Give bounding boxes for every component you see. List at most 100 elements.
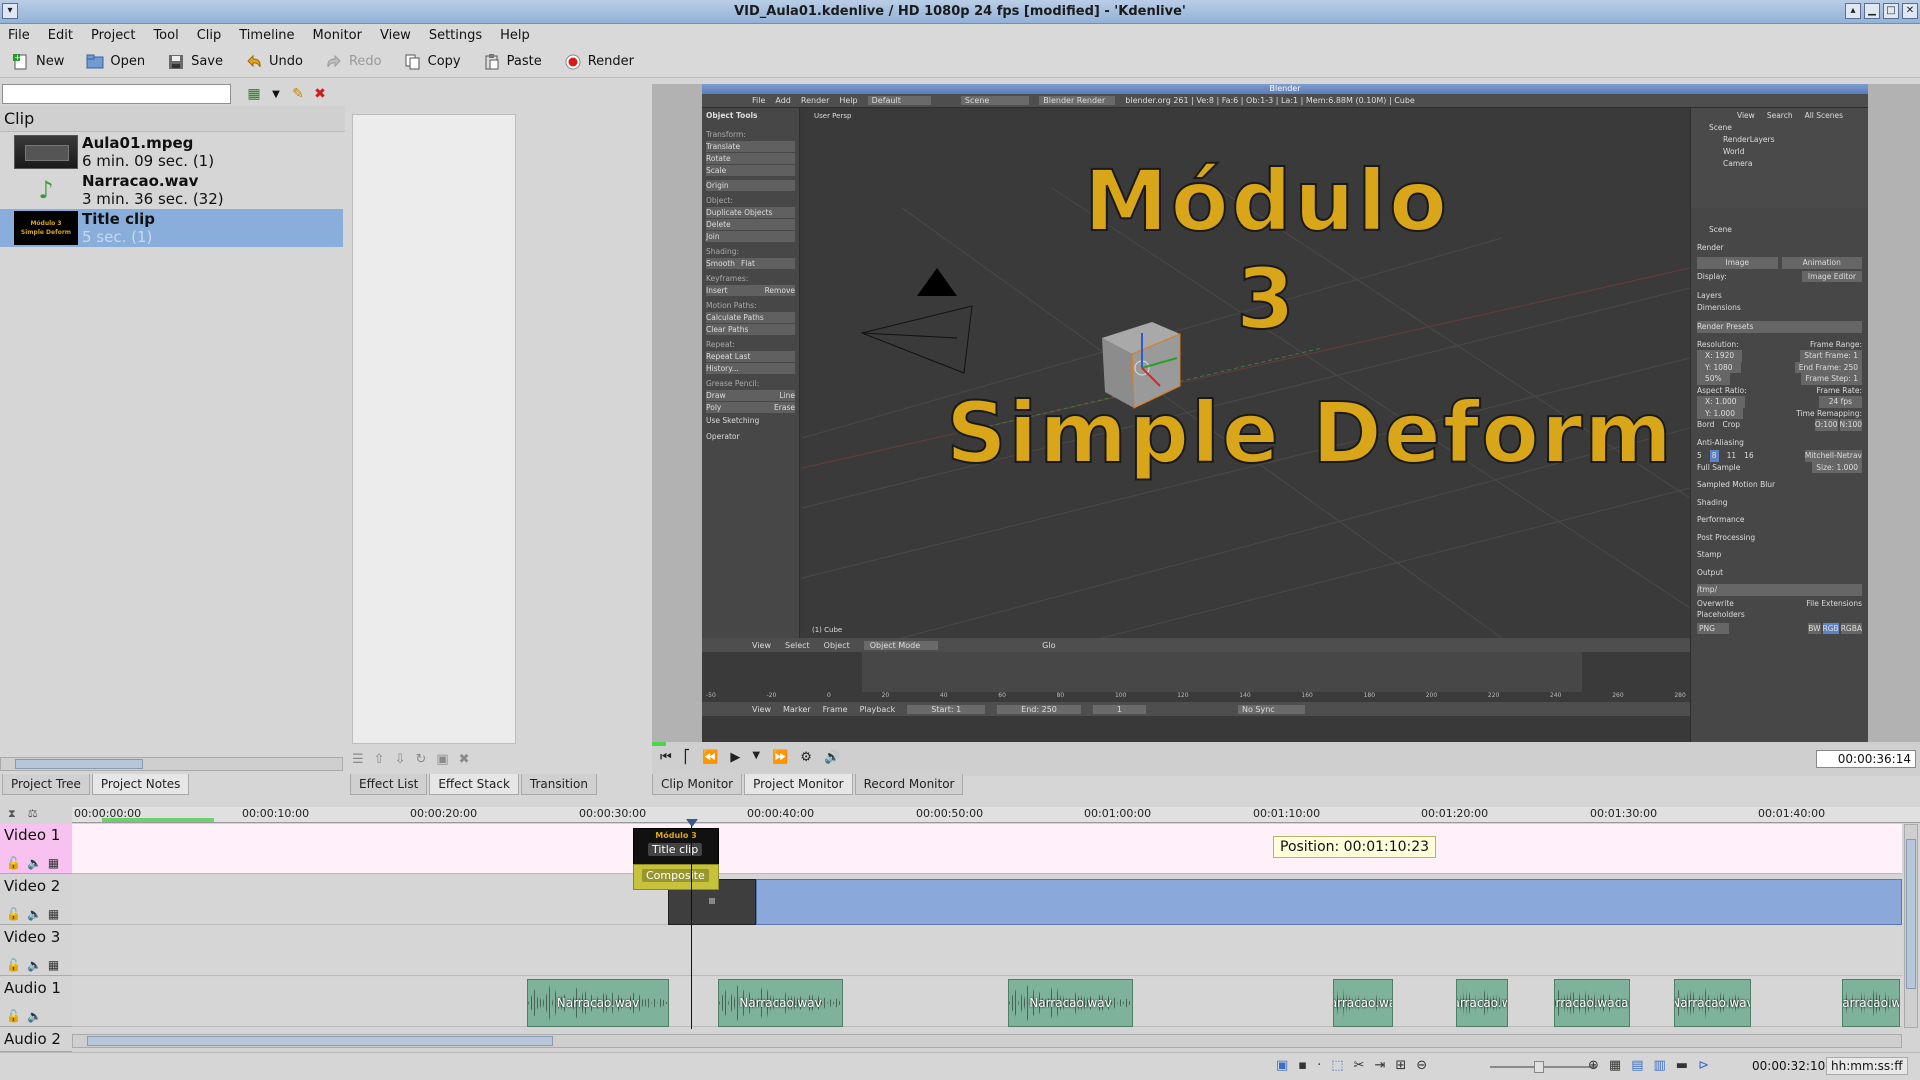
tab-project-notes[interactable]: Project Notes <box>91 774 190 795</box>
clip-item-title[interactable]: Módulo 3 Simple Deform Title clip 5 sec.… <box>0 209 343 247</box>
menu-view[interactable]: View <box>378 28 413 43</box>
tab-clip-monitor[interactable]: Clip Monitor <box>652 774 743 795</box>
undo-button[interactable]: Undo <box>239 51 309 73</box>
audio-clip[interactable]: arracao.wa <box>1333 979 1393 1027</box>
new-button[interactable]: + New <box>6 51 70 73</box>
clip-item-aula01[interactable]: Aula01.mpeg 6 min. 09 sec. (1) <box>0 133 343 171</box>
track-settings-icon[interactable]: ⚖ <box>28 807 38 823</box>
add-clip-icon[interactable]: ▦ <box>244 84 264 104</box>
track-video3[interactable] <box>72 926 1902 976</box>
audio-clip[interactable]: Narracao.wav <box>1674 979 1751 1027</box>
delete-effect-icon[interactable]: ✖ <box>459 752 470 767</box>
tab-effect-list[interactable]: Effect List <box>350 774 428 795</box>
track-header-audio1[interactable]: Audio 1 🔓 🔈 <box>0 977 72 1027</box>
mute-audio-icon[interactable]: 🔈 <box>27 907 42 921</box>
playhead-marker-icon[interactable] <box>686 819 698 827</box>
save-effect-icon[interactable]: ▣ <box>436 752 448 767</box>
video2-clip-aula01[interactable] <box>756 879 1902 925</box>
fit-zoom-icon[interactable]: ⊞ <box>1395 1058 1406 1073</box>
move-up-icon[interactable]: ⇧ <box>374 752 385 767</box>
mute-audio-icon[interactable]: 🔈 <box>27 856 42 870</box>
timeline-horizontal-scrollbar[interactable] <box>72 1034 1902 1048</box>
maximize-icon[interactable]: □ <box>1883 3 1899 19</box>
timeline-ruler[interactable]: 00:00:00:00 00:00:10:00 00:00:20:00 00:0… <box>72 807 1920 823</box>
audio-clip[interactable]: arracao.wacao <box>1554 979 1630 1027</box>
play-icon[interactable]: ▶ <box>730 750 740 765</box>
menu-timeline[interactable]: Timeline <box>237 28 296 43</box>
paste-button[interactable]: Paste <box>477 51 548 73</box>
effect-stack-list[interactable] <box>352 114 516 744</box>
spacer-tool-icon[interactable]: ⇥ <box>1374 1058 1385 1073</box>
close-icon[interactable]: ✕ <box>1902 3 1918 19</box>
menu-clip[interactable]: Clip <box>195 28 224 43</box>
hide-video-icon[interactable]: ▦ <box>48 856 59 870</box>
timeline-playhead[interactable] <box>691 819 692 1029</box>
volume-icon[interactable]: 🔊 <box>824 750 840 765</box>
track-header-video2[interactable]: Video 2 🔓 🔈 ▦ <box>0 875 72 925</box>
audio-clip[interactable]: Narracao.wav <box>718 979 843 1027</box>
chevron-down-icon[interactable]: ▼ <box>266 84 286 104</box>
clip-search-input[interactable] <box>2 84 231 104</box>
render-preview-icon[interactable]: ▬ <box>1676 1058 1688 1073</box>
track-header-video1[interactable]: Video 1 🔓 🔈 ▦ <box>0 824 72 874</box>
audio-thumbnails-icon[interactable]: ▪ <box>1298 1058 1307 1073</box>
clip-item-narracao[interactable]: ♪ Narracao.wav 3 min. 36 sec. (32) <box>0 171 343 209</box>
redo-button[interactable]: Redo <box>319 51 388 73</box>
chevron-down-icon[interactable]: ▼ <box>752 750 760 765</box>
composite-transition[interactable]: Composite <box>633 864 719 890</box>
zone-marker[interactable] <box>102 818 214 822</box>
reset-effect-icon[interactable]: ↻ <box>415 752 426 767</box>
tab-transition[interactable]: Transition <box>520 774 597 795</box>
menu-tool[interactable]: Tool <box>151 28 180 43</box>
markers-icon[interactable]: · <box>1317 1058 1321 1073</box>
video-track-icon[interactable]: ▤ <box>1631 1058 1643 1073</box>
video-thumbnails-icon[interactable]: ▣ <box>1276 1058 1288 1073</box>
timeline-vertical-scrollbar[interactable] <box>1904 824 1918 1028</box>
audio-clip[interactable]: Narracao.wav <box>1008 979 1133 1027</box>
menu-monitor[interactable]: Monitor <box>311 28 364 43</box>
selection-tool-icon[interactable]: ⬚ <box>1331 1058 1343 1073</box>
restore-icon[interactable]: ▁ <box>1864 3 1880 19</box>
hide-video-icon[interactable]: ▦ <box>48 958 59 972</box>
razor-tool-icon[interactable]: ✂ <box>1354 1058 1365 1073</box>
save-button[interactable]: Save <box>161 51 229 73</box>
timecode-format-select[interactable]: hh:mm:ss:ff <box>1826 1057 1908 1075</box>
rewind-icon[interactable]: ⏪ <box>702 750 718 765</box>
render-button[interactable]: Render <box>558 51 640 73</box>
lock-icon[interactable]: 🔓 <box>6 907 21 921</box>
menu-settings[interactable]: Settings <box>427 28 484 43</box>
zoom-out-icon[interactable]: ⊖ <box>1416 1058 1427 1073</box>
zoom-slider[interactable] <box>1490 1061 1596 1073</box>
delete-clip-icon[interactable]: ✖ <box>310 84 330 104</box>
audio-track-icon[interactable]: ▥ <box>1654 1058 1666 1073</box>
monitor-timecode[interactable]: 00:00:36:14 <box>1816 750 1916 768</box>
open-button[interactable]: Open <box>80 51 151 73</box>
copy-button[interactable]: Copy <box>398 51 467 73</box>
track-header-audio2[interactable]: Audio 2 <box>0 1028 72 1052</box>
set-zone-start-icon[interactable]: ⎡ <box>684 750 691 765</box>
minimize-icon[interactable]: ▴ <box>1845 3 1861 19</box>
track-header-video3[interactable]: Video 3 🔓 🔈 ▦ <box>0 926 72 976</box>
lock-icon[interactable]: 🔓 <box>6 1009 21 1023</box>
edit-clip-icon[interactable]: ✎ <box>288 84 308 104</box>
split-audio-icon[interactable]: ▦ <box>1609 1058 1621 1073</box>
menu-project[interactable]: Project <box>89 28 137 43</box>
mute-audio-icon[interactable]: 🔈 <box>27 1009 42 1023</box>
audio-clip[interactable]: Narracao.wa <box>1842 979 1900 1027</box>
menu-file[interactable]: File <box>6 28 32 43</box>
seek-start-icon[interactable]: ⏮ <box>660 750 672 765</box>
move-down-icon[interactable]: ⇩ <box>395 752 406 767</box>
menu-edit[interactable]: Edit <box>46 28 75 43</box>
hide-video-icon[interactable]: ▦ <box>48 907 59 921</box>
lock-icon[interactable]: 🔓 <box>6 856 21 870</box>
tab-project-tree[interactable]: Project Tree <box>2 774 90 795</box>
settings-icon[interactable]: ⚙ <box>800 750 812 765</box>
zoom-fit-icon[interactable]: ⧗ <box>8 807 16 823</box>
zoom-in-icon[interactable]: ⊕ <box>1588 1058 1599 1073</box>
audio-clip[interactable]: Narracao.wav <box>527 979 669 1027</box>
track-video1[interactable] <box>72 824 1902 874</box>
window-menu-icon[interactable]: ▾ <box>2 3 18 19</box>
tab-effect-stack[interactable]: Effect Stack <box>429 774 519 795</box>
lock-icon[interactable]: 🔓 <box>6 958 21 972</box>
snap-icon[interactable]: ⊳ <box>1698 1058 1709 1073</box>
